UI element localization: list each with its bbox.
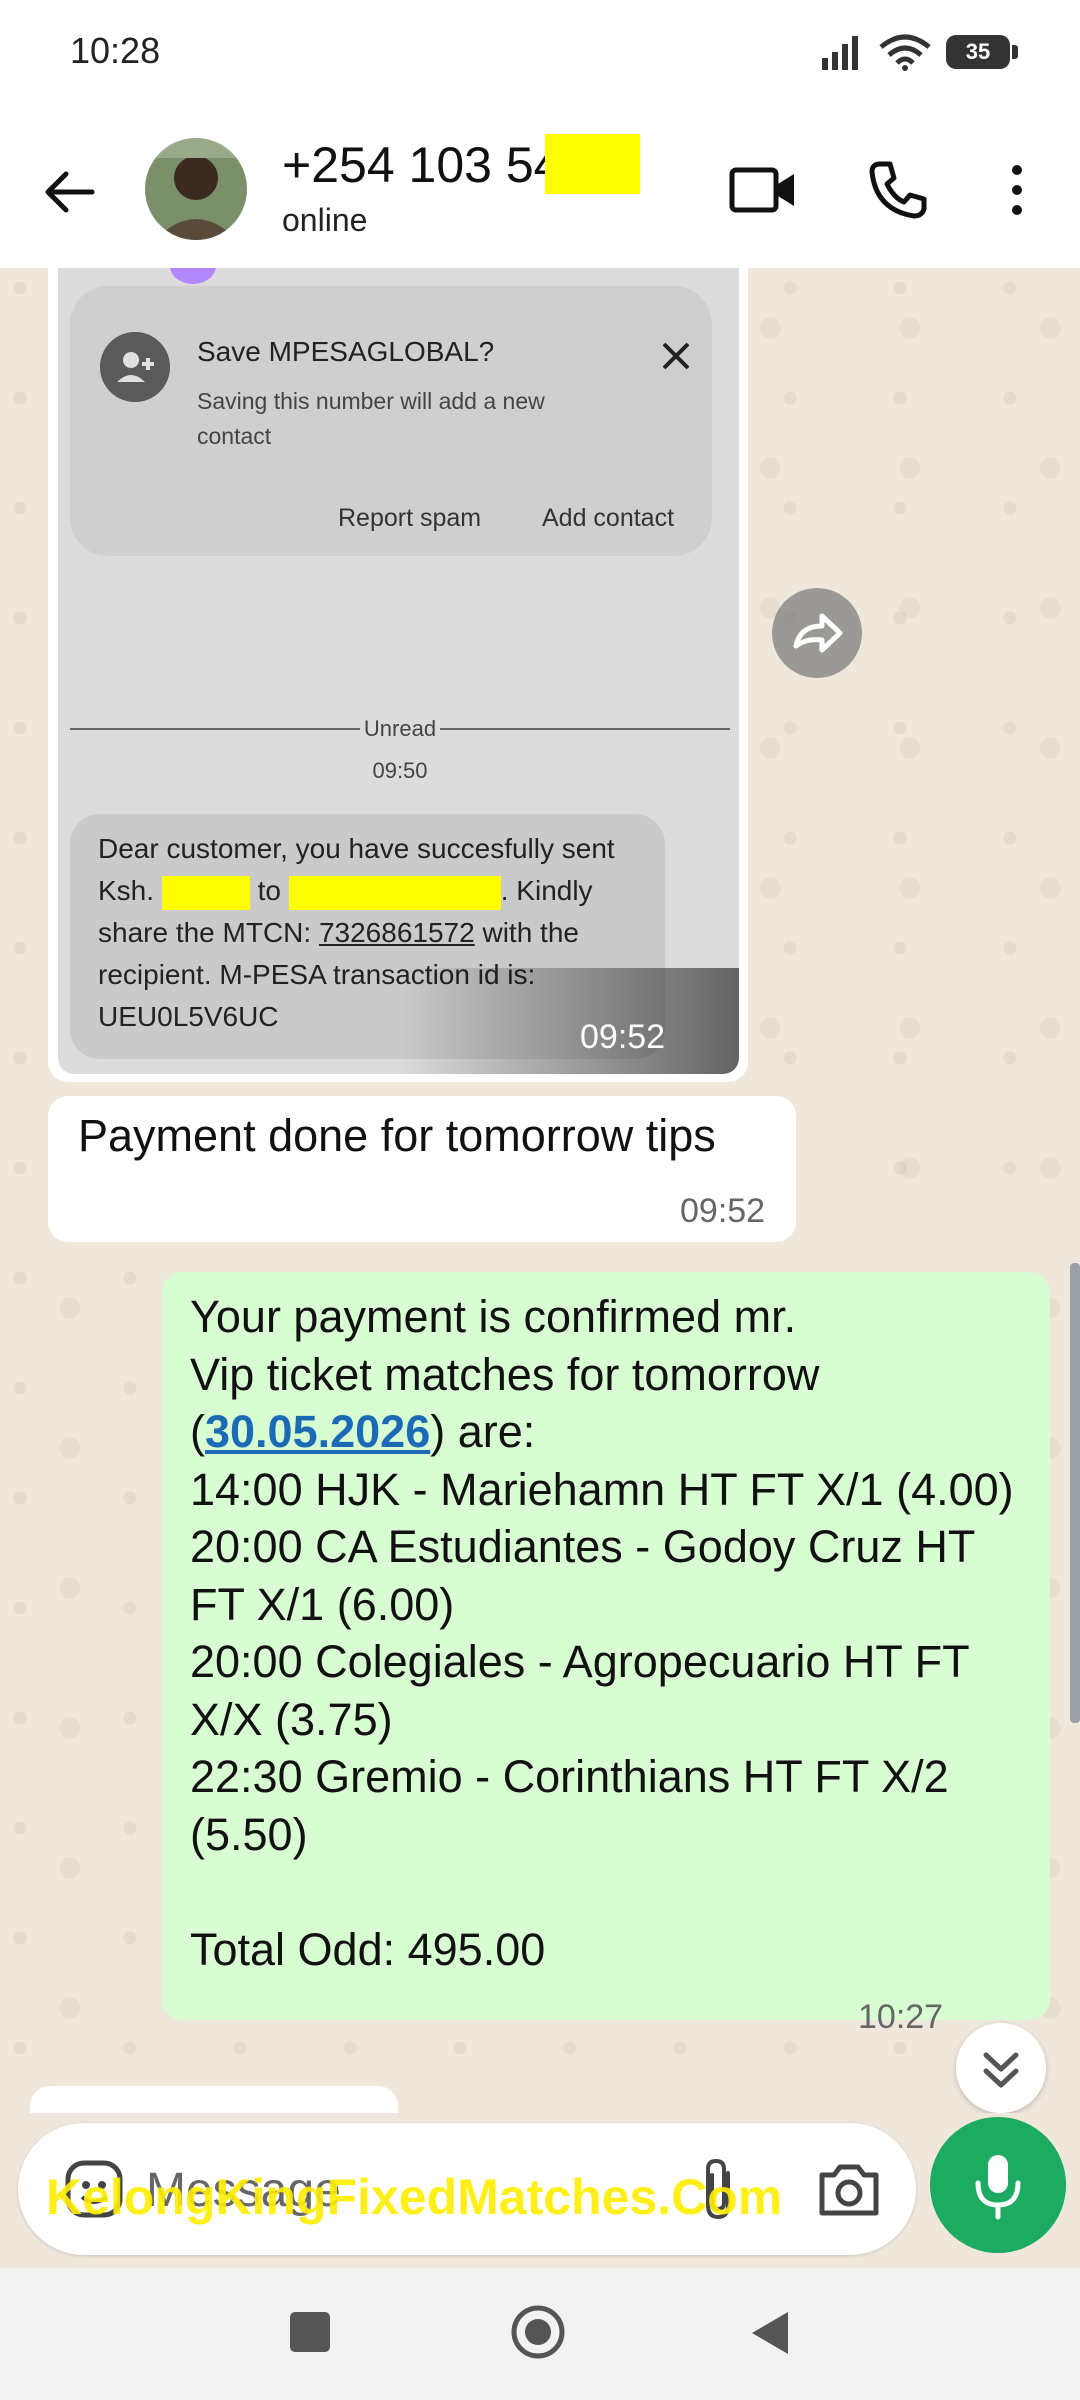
shared-screenshot[interactable]: Save MPESAGLOBAL? Saving this number wil… — [58, 268, 739, 1074]
unread-label: Unread — [363, 716, 437, 741]
nav-back-icon[interactable] — [748, 2308, 792, 2358]
redaction-block — [545, 134, 640, 194]
video-call-icon[interactable] — [728, 160, 798, 220]
home-icon[interactable] — [510, 2304, 566, 2360]
wifi-icon — [879, 34, 931, 71]
status-time: 10:28 — [70, 30, 161, 71]
mtcn-number: 7326861572 — [318, 917, 475, 948]
total-odd: Total Odd: 495.00 — [190, 1923, 546, 1975]
report-spam-label: Report spam — [338, 504, 482, 532]
paren: ( — [190, 1406, 205, 1457]
add-person-icon — [100, 332, 170, 402]
incoming-message-time: 09:52 — [680, 1192, 766, 1230]
scroll-down-icon[interactable] — [956, 2023, 1046, 2113]
match-line: 14:00 HJK - Mariehamn HT FT X/1 (4.00) — [190, 1463, 1014, 1515]
message-line: Your payment is confirmed mr. — [190, 1291, 797, 1342]
avatar[interactable] — [145, 138, 247, 240]
date-link[interactable]: 30.05.2026 — [205, 1406, 430, 1457]
chat-area[interactable]: Save MPESAGLOBAL? Saving this number wil… — [0, 268, 1080, 2113]
back-arrow-icon[interactable] — [38, 160, 102, 224]
divider — [70, 728, 360, 730]
recents-icon[interactable] — [290, 2312, 330, 2352]
forward-icon[interactable] — [772, 588, 862, 678]
more-vert-icon[interactable] — [1000, 158, 1034, 222]
paren: ) are: — [430, 1406, 536, 1457]
save-contact-card: Save MPESAGLOBAL? Saving this number wil… — [70, 286, 712, 556]
close-icon — [662, 342, 690, 370]
phone-icon[interactable] — [866, 158, 930, 222]
system-nav-bar — [0, 2268, 1080, 2400]
signal-icon — [822, 36, 858, 70]
mic-icon[interactable] — [930, 2117, 1066, 2253]
match-line: 22:30 Gremio - Corinthians HT FT X/2 (5.… — [190, 1751, 949, 1860]
add-contact-label: Add contact — [542, 504, 675, 532]
unread-time: 09:50 — [372, 758, 428, 783]
divider — [440, 728, 730, 730]
outgoing-message-text: Your payment is confirmed mr. Vip ticket… — [190, 1288, 1030, 1978]
redaction-block — [288, 875, 501, 910]
outgoing-message-time: 10:27 — [858, 1998, 944, 2036]
partial-message-bubble[interactable] — [30, 2086, 398, 2113]
contact-status: online — [282, 202, 368, 238]
message-line: (30.05.2026) are: — [190, 1403, 1030, 1461]
match-line: 20:00 Colegiales - Agropecuario HT FT X/… — [190, 1636, 969, 1745]
watermark: KelongKingFixedMatches.Com — [46, 2169, 783, 2225]
status-icons: 35 — [820, 30, 1018, 74]
chat-header: +254 103 54 95 online — [0, 110, 1080, 269]
scrollbar[interactable] — [1070, 1263, 1080, 1723]
camera-icon[interactable] — [816, 2159, 882, 2219]
save-prompt-title: Save MPESAGLOBAL? — [197, 336, 495, 367]
message-line: Vip ticket matches for tomorrow — [190, 1348, 820, 1400]
sms-to: to — [257, 875, 281, 906]
image-message-time: 09:52 — [580, 1018, 666, 1056]
status-bar: 10:28 35 — [0, 0, 1080, 110]
redaction-block — [161, 875, 250, 910]
time-shade — [398, 968, 739, 1074]
screenshot-avatar — [170, 268, 216, 284]
battery-icon: 35 — [946, 35, 1018, 69]
match-line: 20:00 CA Estudiantes - Godoy Cruz HT FT … — [190, 1521, 975, 1630]
save-prompt-desc: Saving this number will add a new contac… — [197, 388, 545, 449]
incoming-message-text: Payment done for tomorrow tips — [78, 1110, 716, 1161]
